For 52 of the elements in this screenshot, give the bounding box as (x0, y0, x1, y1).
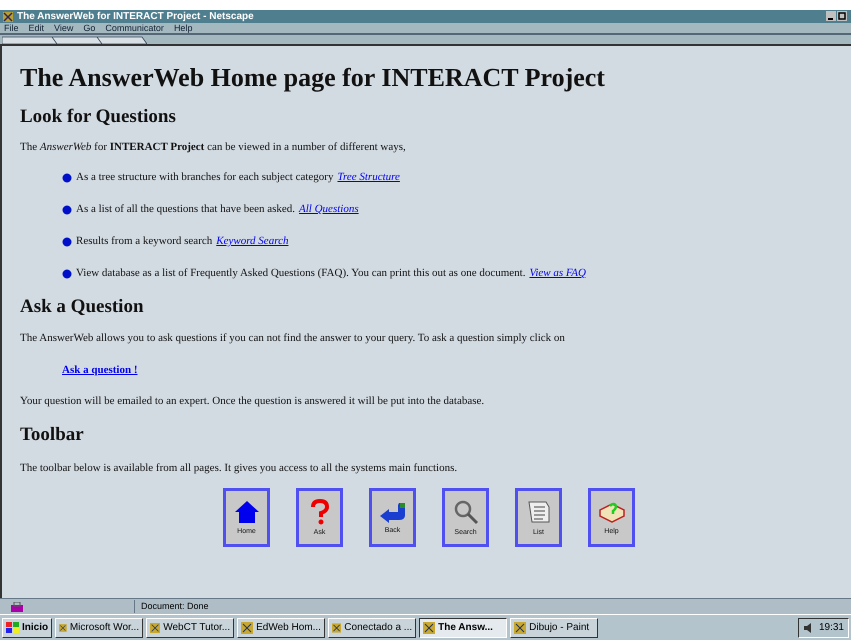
section-heading: Ask a Question (20, 297, 145, 316)
magnifier-icon (452, 499, 478, 525)
app-icon (332, 622, 342, 634)
status-text: Document: Done (134, 600, 434, 614)
house-icon (234, 500, 260, 524)
menu-item[interactable]: Edit (28, 24, 44, 32)
menu-item[interactable]: File (4, 24, 19, 32)
taskbar-item[interactable]: EdWeb Hom... (237, 618, 326, 638)
bullet-icon (62, 172, 72, 182)
app-icon (150, 622, 160, 634)
taskbar-item[interactable]: The Answ... (419, 618, 508, 638)
menu-item[interactable]: View (54, 24, 74, 32)
list-text: View database as a list of Frequently Asked Questions (FAQ). You can print this out as one document. (76, 268, 526, 279)
link[interactable]: View as FAQ (529, 268, 586, 279)
question-mark-icon (308, 499, 330, 525)
window-title: The AnswerWeb for INTERACT Project - Netscape (17, 12, 254, 22)
clock: 19:31 (818, 621, 844, 635)
bullet-icon (62, 236, 72, 246)
start-button[interactable]: Inicio (2, 618, 52, 638)
paragraph: The AnswerWeb for INTERACT Project can be viewed in a number of different ways, (20, 142, 407, 153)
section-heading: Toolbar (20, 425, 85, 444)
link[interactable]: All Questions (299, 204, 359, 215)
paragraph: Your question will be emailed to an expert. Once the question is answered it will be put into the database. (20, 396, 486, 407)
back-arrow-icon (378, 501, 406, 523)
paragraph: The toolbar below is available from all pages. It gives you access to all the systems main functions. (20, 463, 458, 474)
app-icon (423, 622, 436, 634)
menu-item[interactable]: Help (174, 24, 192, 32)
page-title: The AnswerWeb Home page for INTERACT Project (20, 65, 606, 91)
app-icon (241, 622, 254, 634)
list-text: As a list of all the questions that have been asked. (76, 204, 296, 215)
taskbar-item[interactable]: Conectado a ... (328, 618, 416, 638)
taskbar-item[interactable]: Microsoft Wor... (55, 618, 144, 638)
taskbar-item[interactable]: WebCT Tutor... (146, 618, 234, 638)
minimize-icon[interactable] (826, 10, 836, 20)
link[interactable]: Tree Structure (337, 172, 400, 183)
document-list-icon (526, 499, 552, 525)
bullet-icon (62, 204, 72, 214)
taskbar-item[interactable]: Dibujo - Paint (510, 618, 598, 638)
menu-item[interactable]: Communicator (105, 24, 164, 32)
restore-icon[interactable] (837, 10, 847, 20)
paragraph: The AnswerWeb allows you to ask questions if you can not find the answer to your query. To ask a question simply click on (20, 333, 566, 344)
app-icon (59, 622, 67, 634)
section-heading: Look for Questions (20, 107, 177, 126)
bullet-icon (62, 268, 72, 278)
app-icon (514, 622, 526, 634)
list-text: Results from a keyword search (76, 236, 212, 247)
link[interactable]: Keyword Search (216, 236, 288, 247)
windows-logo-icon (6, 622, 20, 634)
list-text: As a tree structure with branches for each subject category (76, 172, 334, 183)
book-icon (598, 500, 626, 524)
menu-item[interactable]: Go (83, 24, 96, 32)
ask-question-link[interactable]: Ask a question ! (62, 365, 138, 376)
